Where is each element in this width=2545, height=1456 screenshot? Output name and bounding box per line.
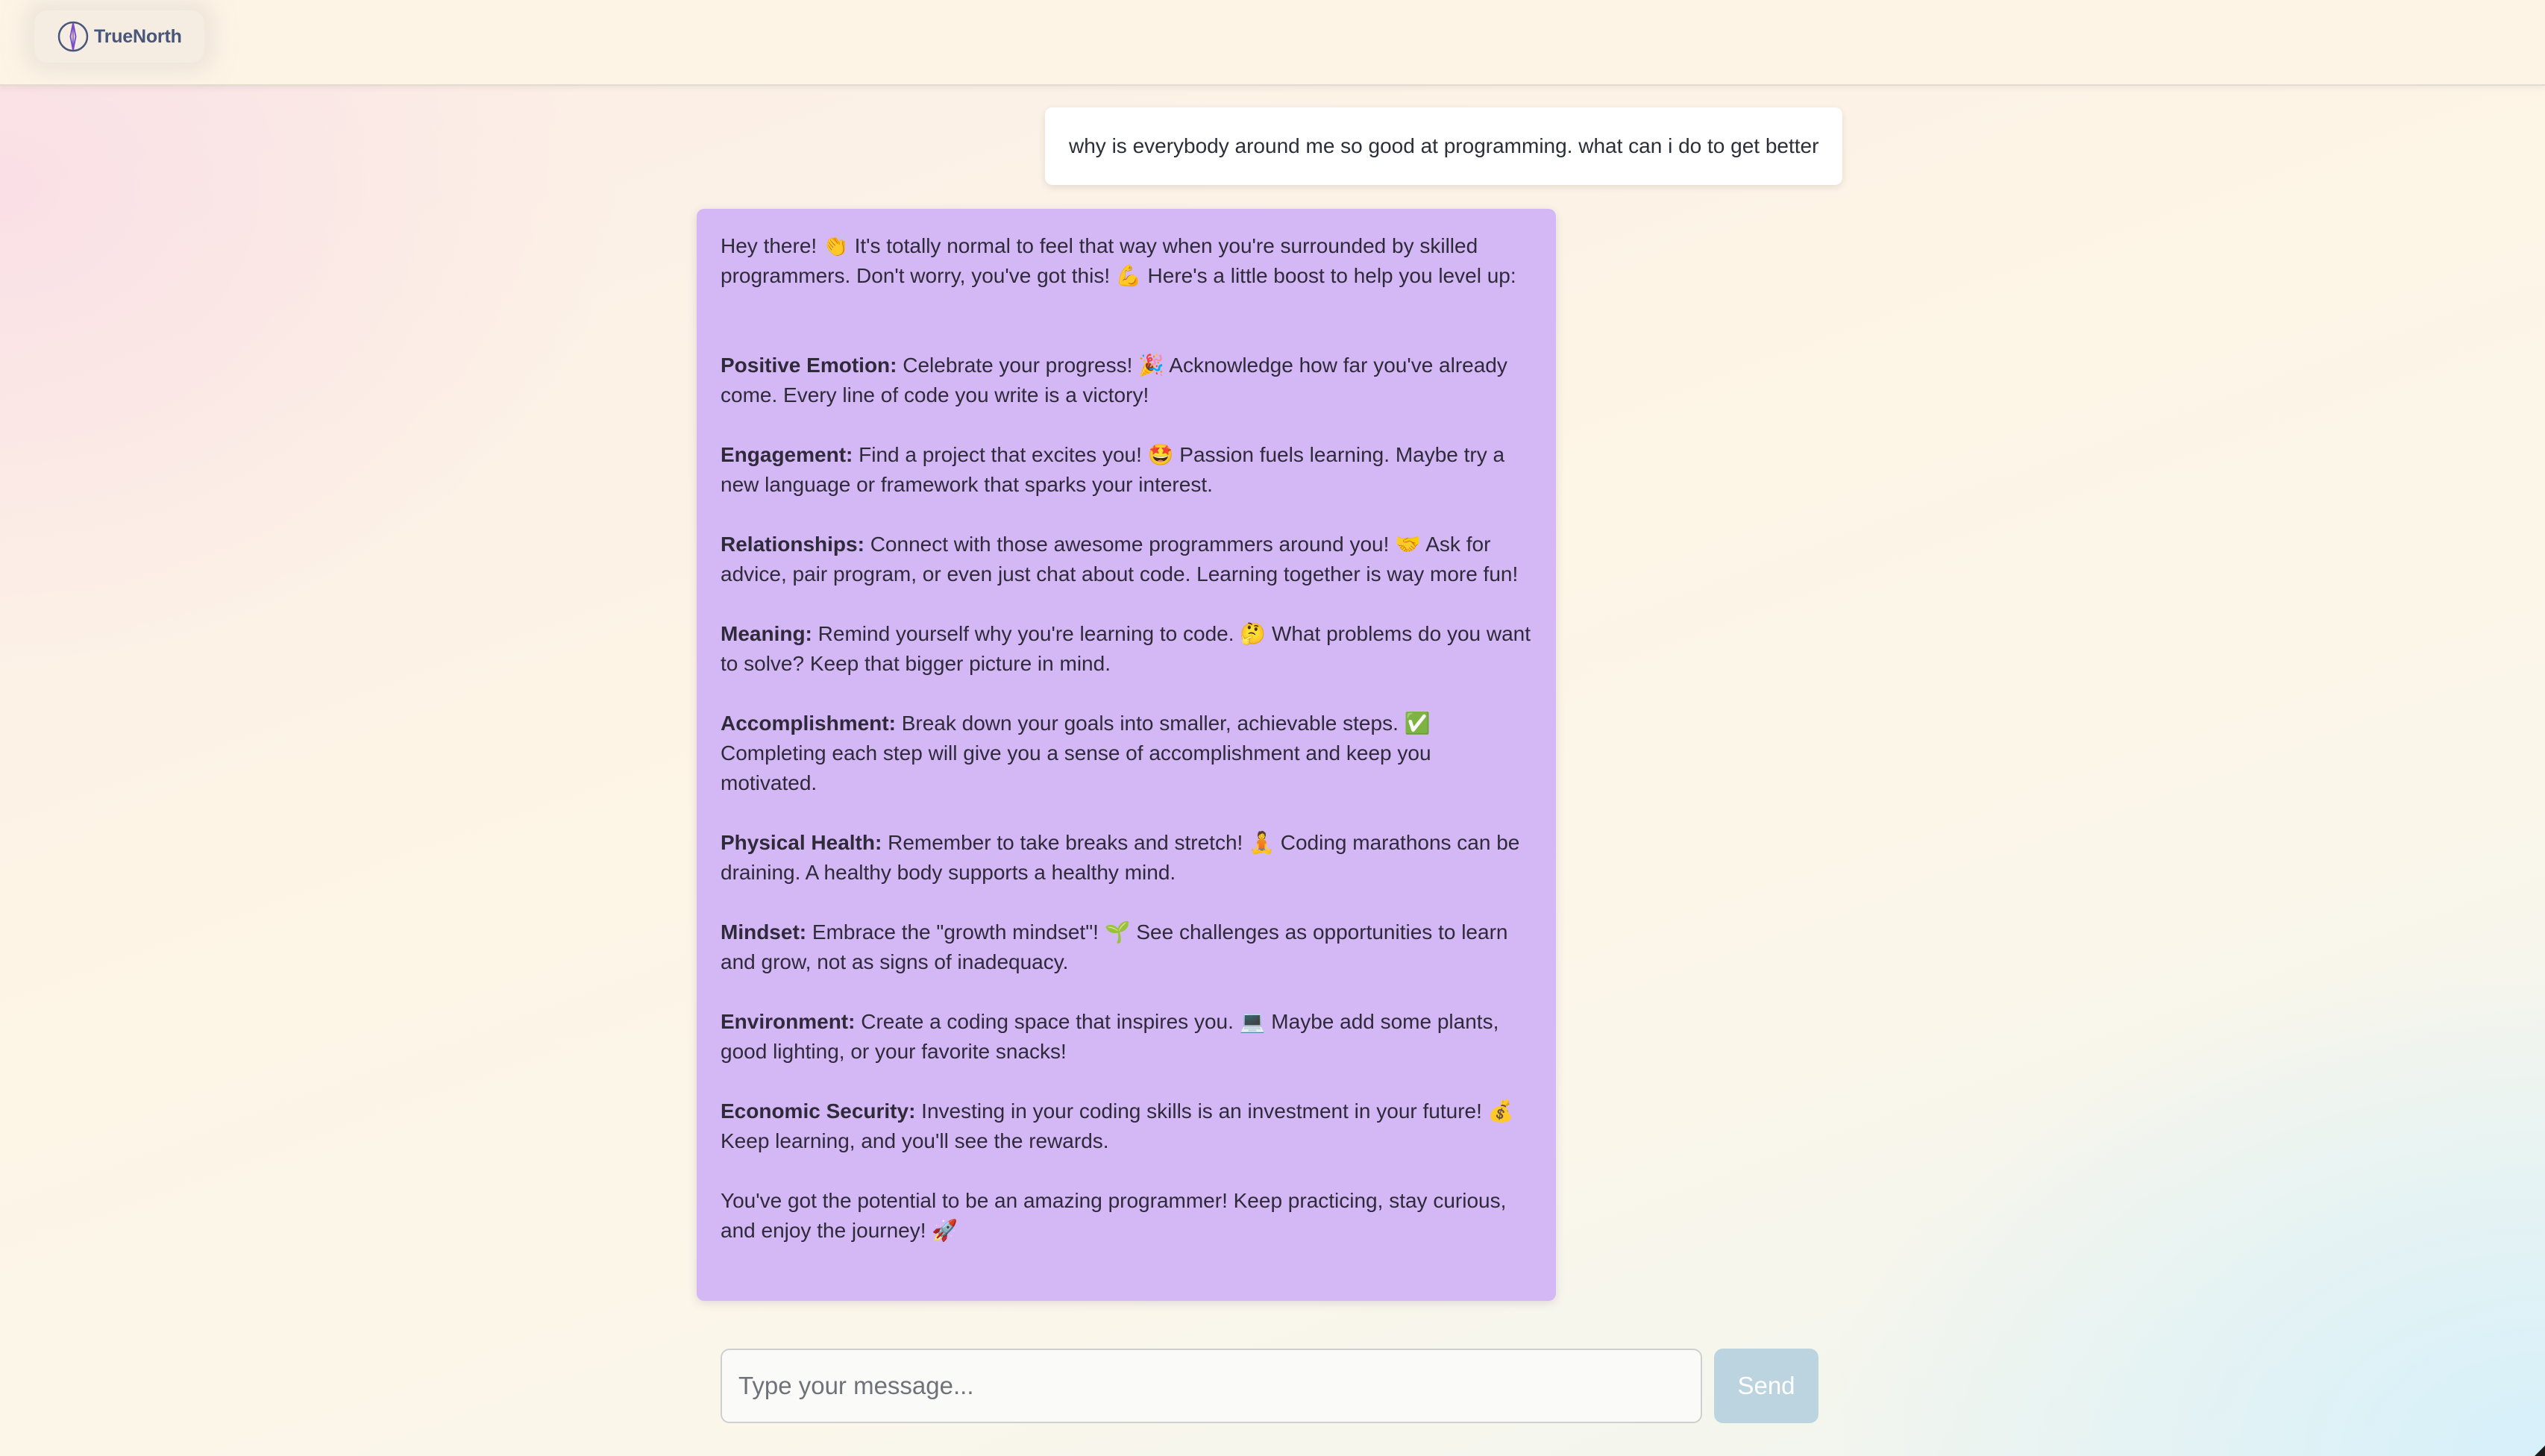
user-message-text: why is everybody around me so good at pr…: [1069, 134, 1819, 157]
user-message-bubble: why is everybody around me so good at pr…: [1045, 107, 1842, 185]
tip-title: Relationships:: [721, 533, 864, 556]
tip-title: Environment:: [721, 1010, 856, 1033]
compass-icon: [57, 20, 90, 53]
tip-text: Embrace the "growth mindset"! 🌱 See chal…: [721, 920, 1508, 973]
tip-title: Accomplishment:: [721, 712, 896, 735]
top-bar: TrueNorth: [0, 0, 2545, 86]
tip-item: Mindset: Embrace the "growth mindset"! 🌱…: [721, 917, 1532, 977]
tip-item: Engagement: Find a project that excites …: [721, 440, 1532, 500]
tip-title: Mindset:: [721, 920, 807, 944]
assistant-intro: Hey there! 👏 It's totally normal to feel…: [721, 234, 1516, 287]
tip-item: Environment: Create a coding space that …: [721, 1007, 1532, 1067]
tip-title: Physical Health:: [721, 831, 882, 854]
message-input[interactable]: [721, 1349, 1702, 1423]
tip-item: Economic Security: Investing in your cod…: [721, 1096, 1532, 1156]
tip-title: Positive Emotion:: [721, 354, 897, 377]
assistant-message-bubble: Hey there! 👏 It's totally normal to feel…: [697, 209, 1556, 1301]
tip-item: Accomplishment: Break down your goals in…: [721, 709, 1532, 798]
tip-title: Economic Security:: [721, 1099, 916, 1123]
tip-item: Positive Emotion: Celebrate your progres…: [721, 351, 1532, 410]
assistant-outro: You've got the potential to be an amazin…: [721, 1189, 1507, 1242]
tip-title: Engagement:: [721, 443, 853, 466]
tip-item: Physical Health: Remember to take breaks…: [721, 828, 1532, 888]
send-button[interactable]: Send: [1714, 1349, 1818, 1423]
tip-title: Meaning:: [721, 622, 812, 645]
tip-item: Relationships: Connect with those awesom…: [721, 530, 1532, 589]
tip-text: Remind yourself why you're learning to c…: [721, 622, 1531, 675]
brand-logo[interactable]: TrueNorth: [34, 10, 204, 63]
brand-name: TrueNorth: [94, 25, 182, 47]
message-composer: Send: [721, 1349, 1818, 1423]
window-corner: [2535, 1446, 2545, 1456]
tip-item: Meaning: Remind yourself why you're lear…: [721, 619, 1532, 679]
